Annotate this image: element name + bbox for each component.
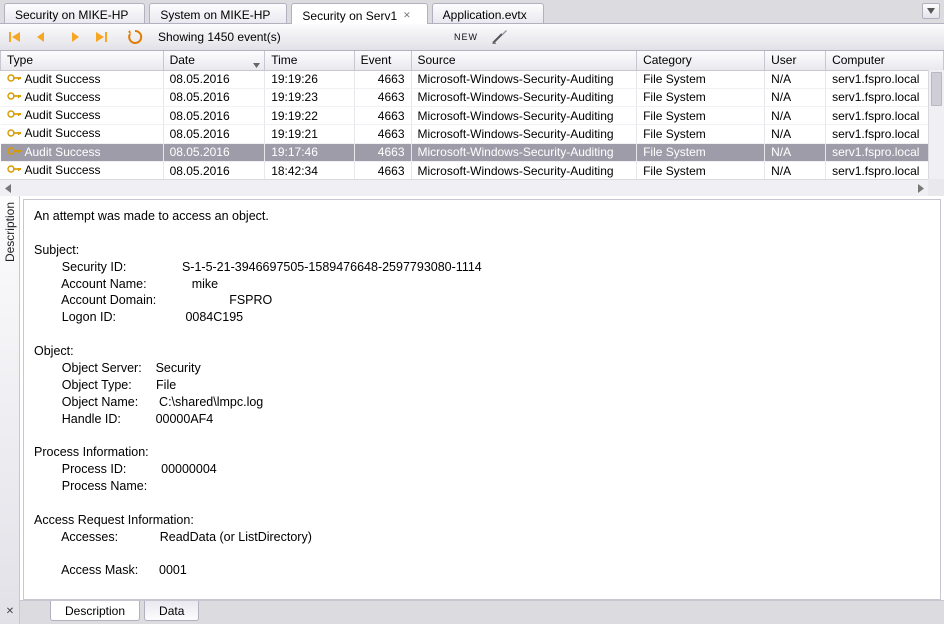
detail-tab-description[interactable]: Description — [50, 601, 140, 621]
key-icon — [7, 90, 21, 105]
close-icon[interactable]: ✕ — [403, 10, 411, 21]
sort-desc-icon — [253, 57, 260, 71]
table-row[interactable]: Audit Success08.05.201619:19:234663Micro… — [1, 88, 944, 106]
nav-next-button[interactable] — [64, 26, 86, 48]
panel-close-button[interactable]: ✕ — [3, 604, 17, 618]
panel-side-tab[interactable]: Description — [0, 196, 20, 624]
table-row[interactable]: Audit Success08.05.201618:42:344663Micro… — [1, 162, 944, 180]
col-header-source[interactable]: Source — [411, 51, 637, 70]
clear-button[interactable] — [488, 26, 510, 48]
col-header-date[interactable]: Date — [163, 51, 265, 70]
horizontal-scrollbar[interactable] — [0, 179, 928, 196]
col-header-user[interactable]: User — [765, 51, 826, 70]
tab-overflow-button[interactable] — [922, 3, 940, 19]
tab-application-evtx[interactable]: Application.evtx — [432, 3, 544, 23]
scroll-left-icon[interactable] — [0, 181, 16, 196]
vertical-scrollbar[interactable] — [928, 70, 944, 179]
new-indicator: NEW — [454, 32, 478, 42]
table-row[interactable]: Audit Success08.05.201619:19:214663Micro… — [1, 125, 944, 143]
nav-prev-button[interactable] — [30, 26, 52, 48]
key-icon — [7, 163, 21, 178]
col-header-time[interactable]: Time — [265, 51, 354, 70]
col-header-category[interactable]: Category — [637, 51, 765, 70]
description-panel: Description ✕ An attempt was made to acc… — [0, 196, 944, 624]
description-text: An attempt was made to access an object.… — [23, 199, 941, 600]
event-count-label: Showing 1450 event(s) — [158, 30, 281, 44]
detail-tab-data[interactable]: Data — [144, 601, 199, 621]
tab-security-serv1[interactable]: Security on Serv1 ✕ — [291, 3, 427, 24]
key-icon — [7, 145, 21, 160]
nav-last-button[interactable] — [90, 26, 112, 48]
key-icon — [7, 127, 21, 142]
tab-system-mikehp[interactable]: System on MIKE-HP — [149, 3, 287, 23]
grid-header-row: Type Date Time Event Source Category Use… — [1, 51, 944, 70]
detail-tab-bar: Description Data — [20, 600, 944, 624]
key-icon — [7, 108, 21, 123]
table-row[interactable]: Audit Success08.05.201619:19:224663Micro… — [1, 107, 944, 125]
col-header-computer[interactable]: Computer — [826, 51, 944, 70]
document-tab-bar: Security on MIKE-HP System on MIKE-HP Se… — [0, 0, 944, 24]
col-header-type[interactable]: Type — [1, 51, 164, 70]
tab-security-mikehp[interactable]: Security on MIKE-HP — [4, 3, 145, 23]
table-row[interactable]: Audit Success08.05.201619:19:264663Micro… — [1, 70, 944, 88]
key-icon — [7, 72, 21, 87]
refresh-button[interactable] — [124, 26, 146, 48]
col-header-event[interactable]: Event — [354, 51, 411, 70]
nav-first-button[interactable] — [4, 26, 26, 48]
event-grid: Type Date Time Event Source Category Use… — [0, 51, 944, 196]
toolbar: Showing 1450 event(s) NEW — [0, 24, 944, 51]
scroll-right-icon[interactable] — [912, 181, 928, 196]
table-row[interactable]: Audit Success08.05.201619:17:464663Micro… — [1, 143, 944, 161]
